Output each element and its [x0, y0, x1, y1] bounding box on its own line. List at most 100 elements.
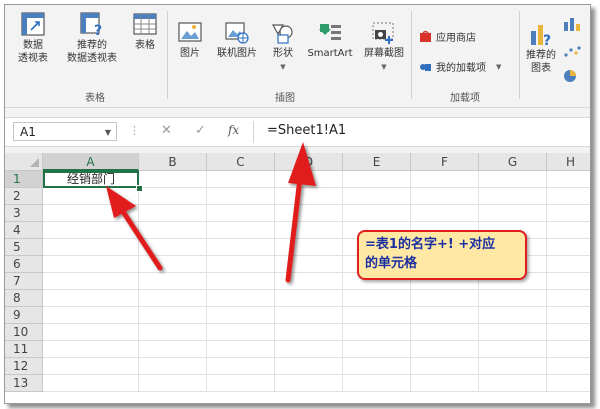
- column-header-h[interactable]: H: [547, 153, 590, 171]
- annotation-line-2: 的单元格: [365, 256, 418, 271]
- smartart-button[interactable]: SmartArt: [303, 21, 357, 60]
- scatter-chart-button[interactable]: [563, 45, 581, 59]
- row-header-11[interactable]: 11: [5, 341, 43, 358]
- grid-horizontal-line: [43, 204, 590, 205]
- pivot-table-button[interactable]: 数据 透视表: [13, 11, 53, 65]
- grid-horizontal-line: [43, 323, 590, 324]
- shapes-button[interactable]: 形状 ▼: [267, 21, 299, 74]
- smartart-label: SmartArt: [307, 48, 353, 59]
- row-header-2[interactable]: 2: [5, 188, 43, 205]
- table-label: 表格: [135, 40, 155, 51]
- row-header-9[interactable]: 9: [5, 307, 43, 324]
- row-header-12[interactable]: 12: [5, 358, 43, 375]
- picture-button[interactable]: 图片: [173, 21, 207, 60]
- table-button[interactable]: 表格: [127, 11, 163, 52]
- row-header-6[interactable]: 6: [5, 256, 43, 273]
- excel-window: 数据 透视表 ? 推荐的 数据透视表 表格 表格 图片 联机图片 形状 ▼ Sm…: [4, 4, 591, 404]
- my-addins-label: 我的加载项: [436, 63, 486, 74]
- name-box-value: A1: [20, 125, 36, 139]
- formula-input[interactable]: =Sheet1!A1: [267, 123, 346, 138]
- column-header-a[interactable]: A: [43, 153, 139, 171]
- row-header-8[interactable]: 8: [5, 290, 43, 307]
- store-button[interactable]: 应用商店: [419, 29, 476, 44]
- online-picture-button[interactable]: 联机图片: [211, 21, 263, 60]
- formula-bar-divider: [253, 121, 254, 143]
- recommended-charts-icon: ?: [531, 25, 551, 47]
- my-addins-icon: [420, 64, 431, 71]
- smartart-icon: [319, 24, 341, 40]
- name-box[interactable]: A1 ▼: [13, 122, 117, 141]
- chevron-down-icon[interactable]: ▼: [105, 123, 111, 142]
- column-header-b[interactable]: B: [139, 153, 207, 171]
- recommended-pivot-button[interactable]: ? 推荐的 数据透视表: [61, 11, 123, 65]
- row-header-3[interactable]: 3: [5, 205, 43, 222]
- pivot-table-icon: [21, 12, 45, 36]
- row-header-13[interactable]: 13: [5, 375, 43, 392]
- picture-label: 图片: [180, 48, 200, 59]
- svg-text:?: ?: [543, 33, 551, 47]
- row-header-10[interactable]: 10: [5, 324, 43, 341]
- insert-function-button[interactable]: fx: [228, 123, 239, 137]
- online-picture-label: 联机图片: [217, 48, 257, 59]
- column-header-f[interactable]: F: [411, 153, 479, 171]
- screenshot-button[interactable]: 屏幕截图 ▼: [359, 21, 409, 74]
- resize-handle-icon[interactable]: ⋮: [129, 124, 140, 137]
- recommended-pivot-label-2: 数据透视表: [67, 53, 117, 64]
- grid-horizontal-line: [43, 357, 590, 358]
- annotation-line-1: =表1的名字+! +对应: [365, 237, 496, 252]
- formula-bar: A1 ▼ ⋮ ✕ ✓ fx =Sheet1!A1: [5, 117, 590, 147]
- row-header-4[interactable]: 4: [5, 222, 43, 239]
- group-divider: [411, 11, 412, 99]
- row-header-1[interactable]: 1: [5, 171, 43, 188]
- select-all-triangle-icon: [30, 158, 39, 167]
- screenshot-dropdown-icon: ▼: [381, 63, 387, 71]
- screenshot-icon: [372, 22, 394, 44]
- pivot-table-label-2: 透视表: [18, 53, 48, 64]
- grid-horizontal-line: [43, 340, 590, 341]
- row-header-5[interactable]: 5: [5, 239, 43, 256]
- illustrations-group-label: 插图: [275, 93, 295, 104]
- column-header-e[interactable]: E: [343, 153, 411, 171]
- svg-text:?: ?: [94, 23, 102, 37]
- screenshot-label: 屏幕截图: [364, 48, 404, 59]
- grid-horizontal-line: [43, 289, 590, 290]
- addins-group-label: 加载项: [450, 93, 480, 104]
- cell-a1[interactable]: 经销部门: [43, 171, 139, 188]
- table-icon: [133, 13, 157, 35]
- recommended-charts-label-1: 推荐的: [526, 50, 556, 61]
- shapes-label: 形状: [273, 48, 293, 59]
- pie-chart-icon: [564, 70, 576, 82]
- pivot-table-label-1: 数据: [23, 40, 43, 51]
- annotation-callout: =表1的名字+! +对应 的单元格: [357, 230, 527, 280]
- my-addins-button[interactable]: 我的加载项 ▼: [419, 59, 501, 74]
- grid-horizontal-line: [43, 306, 590, 307]
- shapes-icon: [271, 24, 293, 44]
- column-header-d[interactable]: D: [275, 153, 343, 171]
- picture-icon: [178, 22, 202, 42]
- fill-handle[interactable]: [136, 185, 143, 192]
- online-picture-icon: [225, 22, 249, 44]
- group-divider: [519, 11, 520, 99]
- tables-group-label: 表格: [85, 93, 105, 104]
- recommended-charts-label-2: 图表: [531, 63, 551, 74]
- group-divider: [167, 11, 168, 99]
- grid-horizontal-line: [43, 374, 590, 375]
- column-chart-icon: [564, 18, 580, 31]
- column-chart-button[interactable]: [563, 17, 581, 31]
- recommended-pivot-icon: ?: [80, 12, 102, 37]
- recommended-charts-button[interactable]: ? 推荐的 图表: [523, 21, 559, 75]
- enter-formula-button[interactable]: ✓: [195, 123, 206, 138]
- recommended-pivot-label-1: 推荐的: [77, 40, 107, 51]
- row-header-7[interactable]: 7: [5, 273, 43, 290]
- store-label: 应用商店: [436, 33, 476, 44]
- pie-chart-button[interactable]: [563, 69, 581, 83]
- cancel-formula-button[interactable]: ✕: [161, 123, 172, 138]
- column-header-c[interactable]: C: [207, 153, 275, 171]
- select-all-button[interactable]: [5, 153, 43, 171]
- grid-horizontal-line: [43, 221, 590, 222]
- my-addins-dropdown-icon: ▼: [496, 62, 502, 71]
- grid-horizontal-line: [43, 391, 590, 392]
- ribbon: 数据 透视表 ? 推荐的 数据透视表 表格 表格 图片 联机图片 形状 ▼ Sm…: [5, 5, 590, 108]
- column-header-g[interactable]: G: [479, 153, 547, 171]
- store-icon: [420, 30, 431, 42]
